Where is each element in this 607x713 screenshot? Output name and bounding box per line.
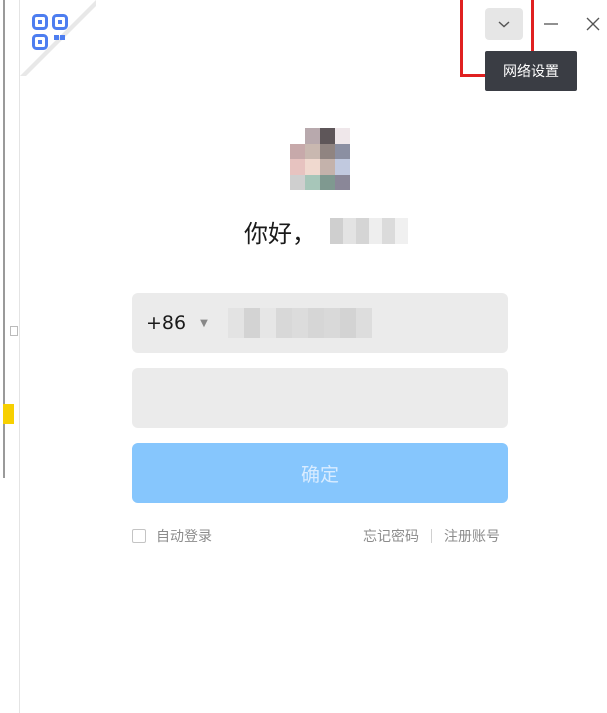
password-field[interactable] xyxy=(132,368,508,428)
qr-code-icon xyxy=(20,0,96,76)
masked-phone-number xyxy=(228,308,372,338)
avatar xyxy=(290,128,350,190)
background-window-edge xyxy=(0,0,20,713)
network-settings-button[interactable] xyxy=(485,8,523,40)
checkbox-box[interactable] xyxy=(132,529,146,543)
network-settings-tooltip: 网络设置 xyxy=(485,51,577,91)
country-code-value: +86 xyxy=(146,312,187,334)
qr-login-toggle[interactable] xyxy=(20,0,96,76)
register-account-link[interactable]: 注册账号 xyxy=(444,526,500,546)
auto-login-checkbox[interactable]: 自动登录 xyxy=(132,526,212,546)
masked-username xyxy=(330,218,408,244)
minimize-button[interactable] xyxy=(536,10,566,38)
minimize-icon xyxy=(544,23,558,25)
greeting-text: 你好， xyxy=(244,219,316,248)
caret-down-icon: ▼ xyxy=(200,317,208,329)
link-divider xyxy=(431,529,432,543)
country-code-selector[interactable]: +86 ▼ xyxy=(146,293,208,353)
close-button[interactable] xyxy=(578,10,607,38)
account-links: 忘记密码 注册账号 xyxy=(363,526,500,546)
close-icon xyxy=(586,17,600,31)
background-yellow-marker xyxy=(3,404,14,424)
phone-number-field[interactable]: +86 ▼ xyxy=(132,293,508,353)
forgot-password-link[interactable]: 忘记密码 xyxy=(363,526,419,546)
auto-login-label: 自动登录 xyxy=(156,529,212,545)
greeting: 你好， xyxy=(244,214,408,248)
login-window: 网络设置 你好， +86 ▼ 确定 自动登录 忘记密码 注册账号 xyxy=(20,0,607,713)
chevron-down-icon xyxy=(498,21,510,28)
confirm-button[interactable]: 确定 xyxy=(132,443,508,503)
background-icon xyxy=(10,326,18,336)
